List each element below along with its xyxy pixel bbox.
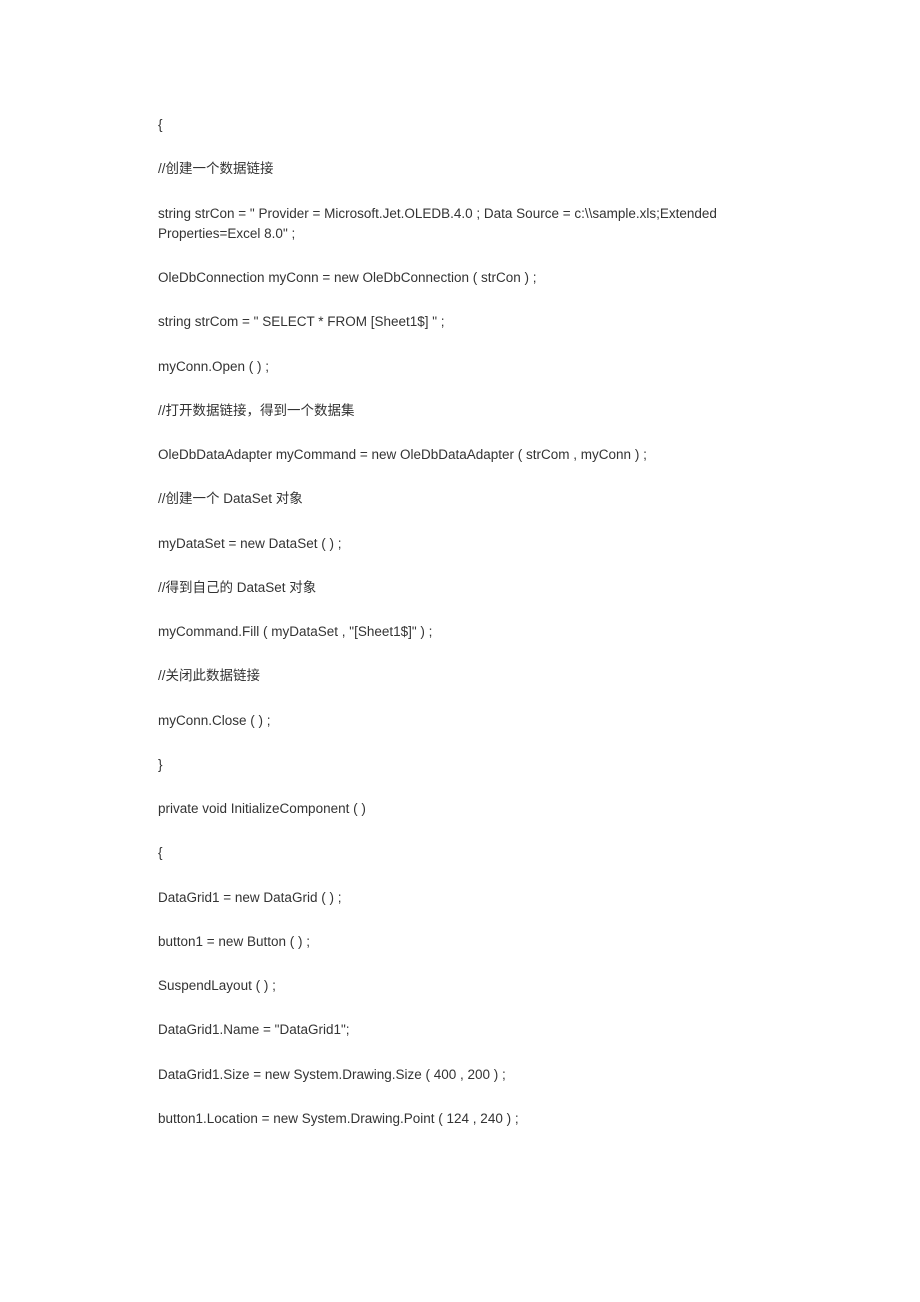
code-line: string strCon = " Provider = Microsoft.J… <box>158 204 762 245</box>
code-line: button1.Location = new System.Drawing.Po… <box>158 1109 762 1129</box>
code-line: //打开数据链接，得到一个数据集 <box>158 401 762 421</box>
code-line: string strCom = " SELECT * FROM [Sheet1$… <box>158 312 762 332</box>
code-line: DataGrid1.Size = new System.Drawing.Size… <box>158 1065 762 1085</box>
code-line: myConn.Open ( ) ; <box>158 357 762 377</box>
code-line: //创建一个数据链接 <box>158 159 762 179</box>
code-line: button1 = new Button ( ) ; <box>158 932 762 952</box>
code-line: SuspendLayout ( ) ; <box>158 976 762 996</box>
code-line: OleDbConnection myConn = new OleDbConnec… <box>158 268 762 288</box>
code-line: //关闭此数据链接 <box>158 666 762 686</box>
code-line: } <box>158 755 762 775</box>
code-line: myConn.Close ( ) ; <box>158 711 762 731</box>
code-line: DataGrid1.Name = "DataGrid1"; <box>158 1020 762 1040</box>
code-line: DataGrid1 = new DataGrid ( ) ; <box>158 888 762 908</box>
code-line: { <box>158 115 762 135</box>
code-line: //得到自己的 DataSet 对象 <box>158 578 762 598</box>
document-page: { //创建一个数据链接 string strCon = " Provider … <box>0 0 920 1302</box>
code-line: { <box>158 843 762 863</box>
code-line: //创建一个 DataSet 对象 <box>158 489 762 509</box>
code-line: myCommand.Fill ( myDataSet , "[Sheet1$]"… <box>158 622 762 642</box>
code-line: myDataSet = new DataSet ( ) ; <box>158 534 762 554</box>
code-line: OleDbDataAdapter myCommand = new OleDbDa… <box>158 445 762 465</box>
code-line: private void InitializeComponent ( ) <box>158 799 762 819</box>
